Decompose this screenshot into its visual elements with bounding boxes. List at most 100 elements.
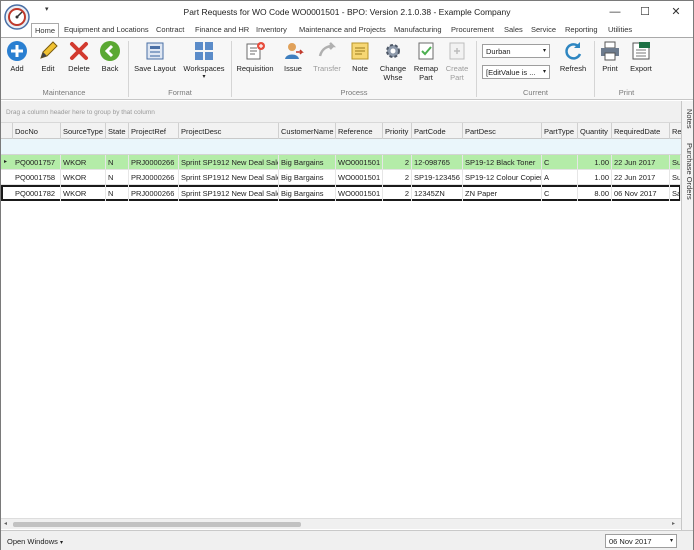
tab-contract[interactable]: Contract [153,24,187,35]
cell-priority[interactable]: 2 [383,185,412,201]
requisition-button[interactable]: Requisition [235,40,275,86]
cell-quantity[interactable]: 1.00 [578,170,612,184]
group-by-panel[interactable]: Drag a column header here to group by th… [1,101,681,123]
scroll-left-icon[interactable]: ◂ [4,520,7,527]
tab-reporting[interactable]: Reporting [562,24,601,35]
auto-filter-row[interactable] [1,139,681,155]
cell-projectref[interactable]: PRJ0000266 [129,185,179,201]
transfer-button[interactable]: Transfer [310,40,344,86]
edit-button[interactable]: Edit [35,40,61,86]
tab-inventory[interactable]: Inventory [253,24,290,35]
column-header-projectdesc[interactable]: ProjectDesc [179,123,279,139]
remap-part-button[interactable]: Remap Part [412,40,440,86]
cell-state[interactable]: N [106,155,129,169]
cell-reference[interactable]: WO0001501 [336,155,383,169]
scrollbar-thumb[interactable] [13,522,301,527]
tab-home[interactable]: Home [31,23,60,38]
column-header-docno[interactable]: DocNo [13,123,61,139]
cell-sourcetype[interactable]: WKOR [61,155,106,169]
cell-state[interactable]: N [106,185,129,201]
cell-partcode[interactable]: 12-098765 [412,155,463,169]
minimize-button[interactable]: — [602,3,628,21]
cell-reference[interactable]: WO0001501 [336,185,383,201]
issue-button[interactable]: Issue [280,40,306,86]
tab-utilities[interactable]: Utilities [605,24,635,35]
status-date-picker[interactable]: 06 Nov 2017 ▾ [605,534,677,548]
cell-partcode[interactable]: SP19-123456 [412,170,463,184]
cell-customername[interactable]: Big Bargains [279,185,336,201]
tab-manufacturing[interactable]: Manufacturing [391,24,445,35]
cell-quantity[interactable]: 1.00 [578,155,612,169]
column-header-re[interactable]: Re [670,123,681,139]
open-windows-button[interactable]: Open Windows ▾ [7,537,63,546]
change-whse-button[interactable]: Change Whse [377,40,409,86]
cell-reference[interactable]: WO0001501 [336,170,383,184]
cell-priority[interactable]: 2 [383,155,412,169]
edit-value-combo[interactable]: [EditValue is ... ▾ [482,65,550,79]
cell-parttype[interactable]: C [542,185,578,201]
cell-customername[interactable]: Big Bargains [279,170,336,184]
column-header-customername[interactable]: CustomerName [279,123,336,139]
side-tab-purchase-orders[interactable]: Purchase Orders [683,143,694,200]
tab-service[interactable]: Service [528,24,559,35]
print-button[interactable]: Print [598,40,622,86]
back-button[interactable]: Back [97,40,123,86]
tab-sales[interactable]: Sales [501,24,526,35]
export-button[interactable]: Export [627,40,655,86]
tab-maintenance-and-projects[interactable]: Maintenance and Projects [296,24,389,35]
save-layout-button[interactable]: Save Layout [133,40,177,86]
cell-re[interactable]: Su [670,170,681,184]
cell-quantity[interactable]: 8.00 [578,185,612,201]
cell-requireddate[interactable]: 22 Jun 2017 [612,170,670,184]
note-button[interactable]: Note [348,40,372,86]
tab-equipment-and-locations[interactable]: Equipment and Locations [61,24,152,35]
table-row[interactable]: ▸ PQ0001757 WKOR N PRJ0000266 Sprint SP1… [1,155,681,169]
cell-priority[interactable]: 2 [383,170,412,184]
column-header-partcode[interactable]: PartCode [412,123,463,139]
refresh-button[interactable]: Refresh [555,40,591,86]
delete-button[interactable]: Delete [65,40,93,86]
column-header-sourcetype[interactable]: SourceType [61,123,106,139]
cell-sourcetype[interactable]: WKOR [61,170,106,184]
cell-re[interactable]: Sa [670,185,681,201]
column-header-quantity[interactable]: Quantity [578,123,612,139]
cell-projectref[interactable]: PRJ0000266 [129,170,179,184]
cell-partdesc[interactable]: ZN Paper [463,185,542,201]
cell-parttype[interactable]: A [542,170,578,184]
cell-state[interactable]: N [106,170,129,184]
maximize-button[interactable]: ☐ [632,3,658,21]
workspaces-button[interactable]: Workspaces ▾ [181,40,227,86]
column-header-partdesc[interactable]: PartDesc [463,123,542,139]
column-header-priority[interactable]: Priority [383,123,412,139]
column-header-projectref[interactable]: ProjectRef [129,123,179,139]
column-header-state[interactable]: State [106,123,129,139]
cell-partdesc[interactable]: SP19-12 Colour Copier [463,170,542,184]
cell-customername[interactable]: Big Bargains [279,155,336,169]
cell-projectref[interactable]: PRJ0000266 [129,155,179,169]
table-row[interactable]: PQ0001782 WKOR N PRJ0000266 Sprint SP191… [1,185,681,201]
tab-procurement[interactable]: Procurement [448,24,497,35]
close-button[interactable]: ✕ [663,3,689,21]
cell-partdesc[interactable]: SP19-12 Black Toner [463,155,542,169]
cell-docno[interactable]: PQ0001758 [13,170,61,184]
column-header-parttype[interactable]: PartType [542,123,578,139]
cell-docno[interactable]: PQ0001782 [13,185,61,201]
cell-partcode[interactable]: 12345ZN [412,185,463,201]
cell-re[interactable]: Su [670,155,681,169]
table-row[interactable]: PQ0001758 WKOR N PRJ0000266 Sprint SP191… [1,170,681,184]
warehouse-combo[interactable]: Durban ▾ [482,44,550,58]
cell-projectdesc[interactable]: Sprint SP1912 New Deal Sale [179,185,279,201]
cell-projectdesc[interactable]: Sprint SP1912 New Deal Sale [179,170,279,184]
column-header-requireddate[interactable]: RequiredDate [612,123,670,139]
add-button[interactable]: Add [5,40,29,86]
cell-requireddate[interactable]: 22 Jun 2017 [612,155,670,169]
cell-docno[interactable]: PQ0001757 [13,155,61,169]
horizontal-scrollbar[interactable]: ◂ ▸ [1,518,681,529]
scroll-right-icon[interactable]: ▸ [672,520,675,527]
create-part-button[interactable]: Create Part [443,40,471,86]
cell-sourcetype[interactable]: WKOR [61,185,106,201]
tab-finance-and-hr[interactable]: Finance and HR [192,24,252,35]
cell-projectdesc[interactable]: Sprint SP1912 New Deal Sale [179,155,279,169]
side-tab-notes[interactable]: Notes [683,109,694,129]
cell-requireddate[interactable]: 06 Nov 2017 [612,185,670,201]
